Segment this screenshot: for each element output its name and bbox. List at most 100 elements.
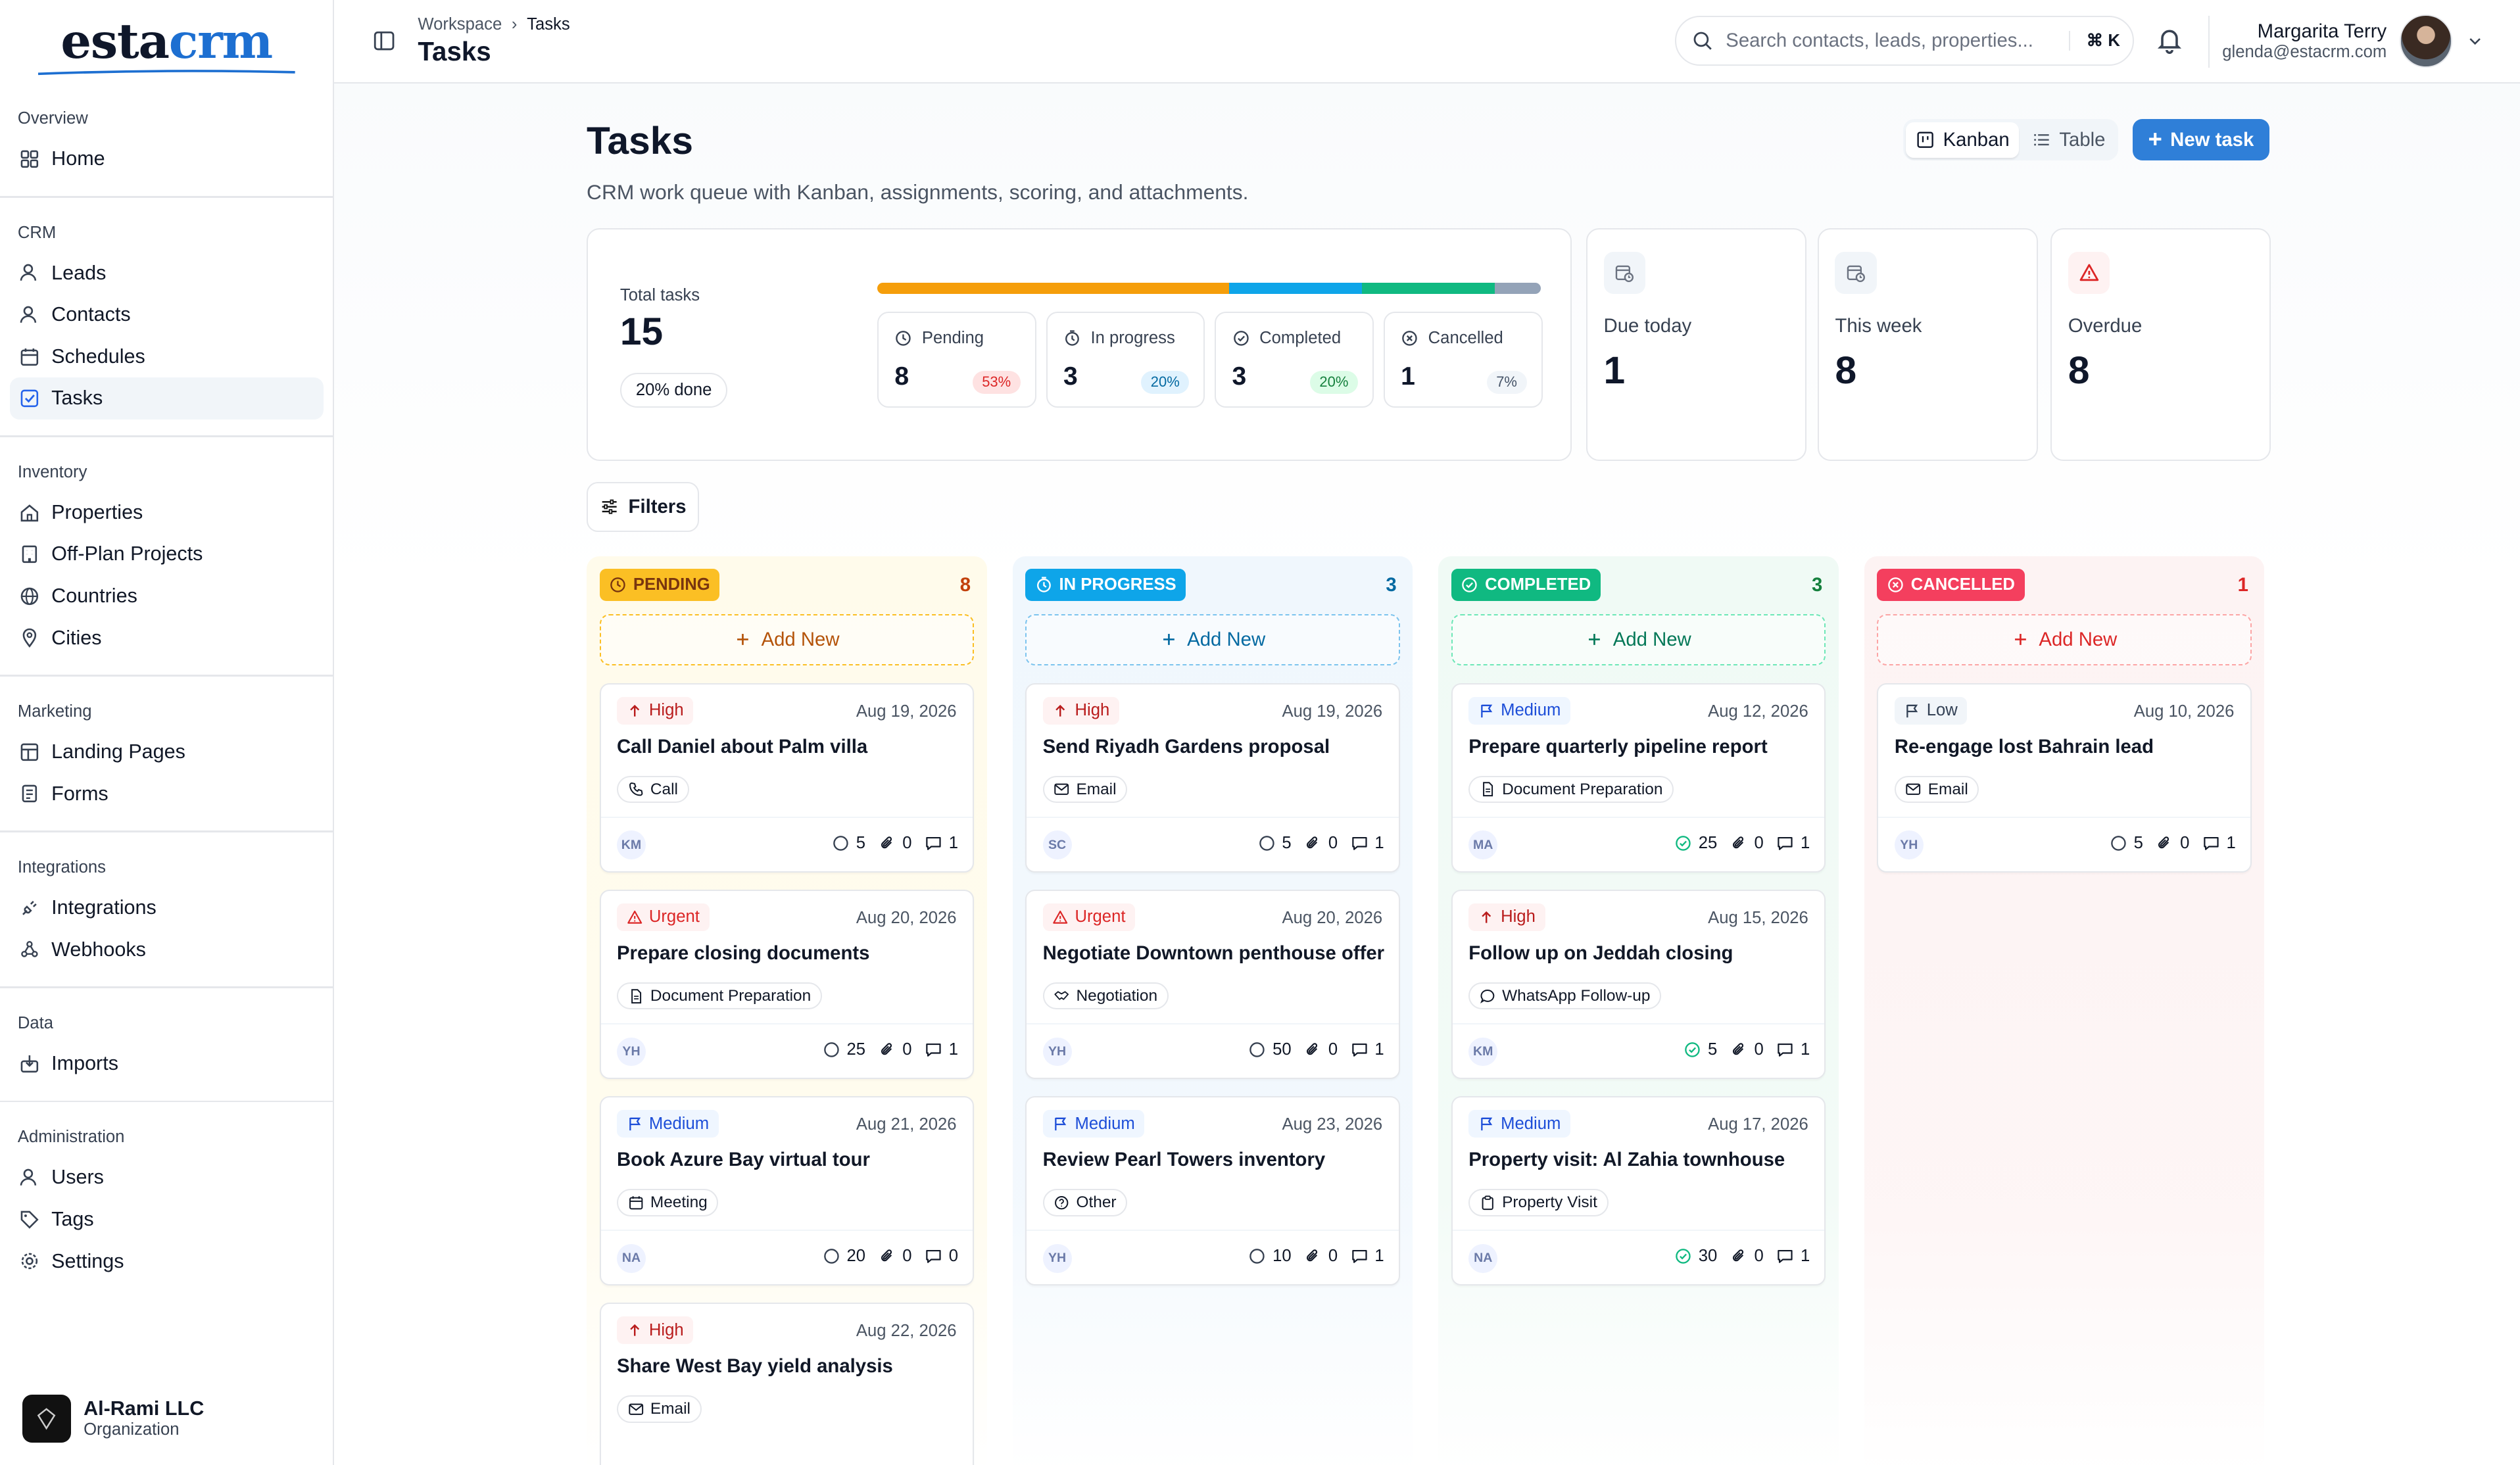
- status-cell-header: Cancelled: [1401, 329, 1503, 348]
- task-type-label: Document Preparation: [1502, 780, 1663, 798]
- sidebar-item-cities[interactable]: Cities: [10, 617, 324, 659]
- priority-label: Urgent: [648, 907, 700, 926]
- task-card[interactable]: High Aug 22, 2026 Share West Bay yield ana…: [599, 1302, 974, 1465]
- task-card[interactable]: High Aug 19, 2026 Call Daniel about Palm v…: [599, 683, 974, 873]
- due-date: Aug 22, 2026: [856, 1321, 957, 1340]
- due-date: Aug 17, 2026: [1708, 1115, 1808, 1134]
- score-metric: 5: [1684, 1040, 1717, 1059]
- task-title: Review Pearl Towers inventory: [1042, 1148, 1326, 1170]
- score-value: 25: [846, 1040, 866, 1059]
- task-card[interactable]: Medium Aug 23, 2026 Review Pearl Towers in…: [1025, 1095, 1400, 1286]
- score-metric: 10: [1248, 1247, 1292, 1266]
- new-task-button[interactable]: + New task: [2133, 118, 2269, 161]
- sidebar-item-forms[interactable]: Forms: [10, 773, 324, 815]
- attachments-count: 0: [1328, 834, 1338, 853]
- task-card-footer: YH 50 0 1: [1027, 1022, 1399, 1078]
- kanban-column-in-progress: IN PROGRESS 3 Add New High Aug 19, 2026 Send …: [1012, 556, 1413, 1465]
- circle-icon: [1249, 1042, 1265, 1058]
- task-card[interactable]: High Aug 15, 2026 Follow up on Jeddah clos…: [1451, 889, 1826, 1080]
- sidebar-item-landing-pages[interactable]: Landing Pages: [10, 731, 324, 773]
- assignee-avatar: MA: [1468, 830, 1498, 860]
- add-new-task-button[interactable]: Add New: [1025, 613, 1400, 665]
- priority-badge: High: [617, 1316, 694, 1344]
- sidebar-item-tags[interactable]: Tags: [10, 1199, 324, 1241]
- plus-icon: [1589, 634, 1601, 646]
- add-new-task-button[interactable]: Add New: [1877, 613, 2252, 665]
- sidebar-item-label: Off-Plan Projects: [51, 542, 203, 565]
- sidebar-item-home[interactable]: Home: [10, 138, 324, 180]
- priority-badge: Medium: [1468, 697, 1570, 725]
- add-new-task-button[interactable]: Add New: [1451, 613, 1826, 665]
- task-card[interactable]: Low Aug 10, 2026 Re-engage lost Bahrain le…: [1877, 683, 2252, 873]
- kanban-icon: [1917, 132, 1933, 148]
- sidebar-item-tasks[interactable]: Tasks: [9, 377, 324, 420]
- sidebar-toggle-button[interactable]: [366, 24, 402, 59]
- task-card[interactable]: High Aug 19, 2026 Send Riyadh Gardens prop…: [1025, 683, 1400, 873]
- task-type-chip: Meeting: [617, 1188, 719, 1216]
- comment-icon: [1351, 1044, 1367, 1057]
- task-card[interactable]: Urgent Aug 20, 2026 Prepare closing docume…: [599, 889, 974, 1080]
- org-switcher[interactable]: Al-Rami LLC Organization: [10, 1385, 317, 1453]
- user-menu[interactable]: Margarita Terry glenda@estacrm.com: [2222, 14, 2484, 68]
- assignee-avatar: SC: [1042, 830, 1072, 860]
- attachments-metric: 0: [879, 1040, 912, 1059]
- sidebar-item-label: Imports: [51, 1052, 118, 1074]
- status-cell-value: 3: [1063, 362, 1078, 391]
- sidebar-item-imports[interactable]: Imports: [10, 1043, 324, 1085]
- page-title: Tasks: [587, 119, 693, 162]
- mail-icon: [1054, 784, 1069, 796]
- task-card[interactable]: Medium Aug 17, 2026 Property visit: Al Zah…: [1451, 1095, 1826, 1286]
- sidebar-item-contacts[interactable]: Contacts: [10, 294, 324, 336]
- sidebar-item-users[interactable]: Users: [10, 1157, 324, 1199]
- sidebar-item-properties[interactable]: Properties: [10, 492, 324, 534]
- sidebar-item-webhooks[interactable]: Webhooks: [10, 928, 324, 971]
- due-date: Aug 19, 2026: [856, 702, 957, 721]
- brand-logo[interactable]: estacrm: [0, 0, 333, 84]
- sidebar-item-leads[interactable]: Leads: [10, 252, 324, 295]
- sidebar-separator: [0, 435, 333, 437]
- priority-badge: Urgent: [617, 903, 710, 931]
- handshake-icon: [1054, 990, 1069, 1000]
- comments-count: 1: [948, 1040, 958, 1059]
- task-title: Follow up on Jeddah closing: [1468, 942, 1733, 964]
- score-metric: 5: [2110, 834, 2143, 853]
- search-input[interactable]: Search contacts, leads, properties...: [1726, 30, 2056, 52]
- global-search[interactable]: Search contacts, leads, properties... ⌘ …: [1674, 16, 2135, 66]
- add-new-label: Add New: [1612, 628, 1691, 650]
- user-icon: [19, 1167, 40, 1188]
- paperclip-icon: [881, 836, 892, 849]
- task-title: Prepare quarterly pipeline report: [1468, 735, 1768, 757]
- search-icon: [1693, 32, 1712, 51]
- column-status-badge: IN PROGRESS: [1025, 569, 1186, 601]
- task-title: Share West Bay yield analysis: [617, 1355, 893, 1377]
- sidebar-separator: [0, 196, 333, 198]
- add-new-task-button[interactable]: Add New: [599, 613, 974, 665]
- task-card-footer: SC 5 0 1: [1027, 816, 1399, 871]
- logo-swoosh-icon: [38, 70, 295, 76]
- attachments-metric: 0: [2156, 834, 2189, 853]
- circle-icon: [833, 836, 848, 852]
- pin-icon: [19, 627, 40, 648]
- sidebar-item-integrations[interactable]: Integrations: [10, 887, 324, 929]
- kanban-view-button[interactable]: Kanban: [1906, 122, 2020, 158]
- stat-card-icon: [1835, 252, 1877, 294]
- score-metric: 50: [1248, 1040, 1292, 1059]
- sidebar-item-countries[interactable]: Countries: [10, 575, 324, 617]
- comment-icon: [926, 1044, 941, 1057]
- task-card[interactable]: Medium Aug 21, 2026 Book Azure Bay virtual…: [599, 1095, 974, 1286]
- bell-icon[interactable]: [2155, 26, 2184, 55]
- sidebar-item-settings[interactable]: Settings: [10, 1240, 324, 1282]
- priority-badge: Medium: [617, 1110, 719, 1138]
- sidebar-item-schedules[interactable]: Schedules: [10, 336, 324, 378]
- sidebar-item-label: Tasks: [51, 387, 103, 410]
- priority-label: High: [1501, 907, 1536, 926]
- sidebar-item-off-plan-projects[interactable]: Off-Plan Projects: [10, 533, 324, 575]
- task-card[interactable]: Medium Aug 12, 2026 Prepare quarterly pipe…: [1451, 683, 1826, 873]
- table-view-button[interactable]: Table: [2022, 122, 2115, 158]
- status-cell-value: 3: [1232, 362, 1247, 391]
- filters-button[interactable]: Filters: [587, 482, 700, 532]
- sidebar: estacrm Overview Home CRM Leads Contacts Sche…: [0, 0, 335, 1465]
- task-card[interactable]: Urgent Aug 20, 2026 Negotiate Downtown pen…: [1025, 889, 1400, 1080]
- breadcrumb-root[interactable]: Workspace: [418, 15, 502, 34]
- sidebar-item-label: Landing Pages: [51, 740, 185, 763]
